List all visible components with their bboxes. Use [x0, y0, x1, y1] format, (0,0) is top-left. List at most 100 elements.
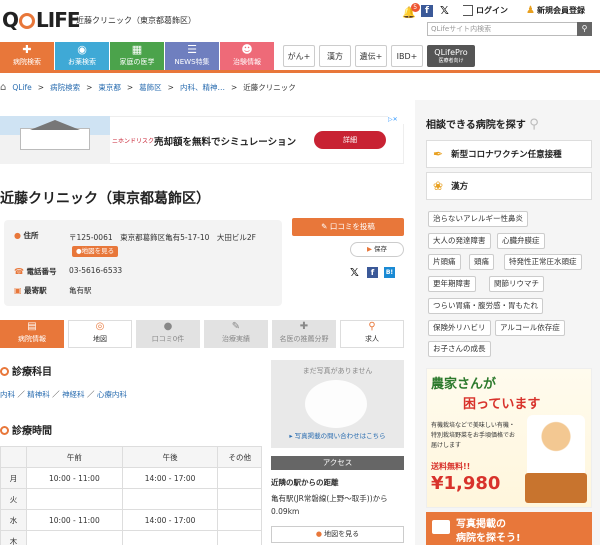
sidebar-ad-vegetables[interactable]: 農家さんが 困っています 有機栽培などで美味しい有機・特別栽培野菜をお手頃価格で… — [426, 368, 592, 508]
hours-cell — [217, 488, 262, 510]
department-separator: ／ — [49, 390, 63, 399]
tab-5[interactable]: ⚲ 求人 — [340, 320, 404, 348]
condition-tag[interactable]: 心臓弁膜症 — [497, 232, 545, 249]
home-icon[interactable]: ⌂ — [0, 82, 6, 93]
pin-icon: ● — [14, 231, 21, 240]
address-row: ● 住所 — [14, 231, 39, 240]
syringe-icon: ✒ — [433, 147, 444, 161]
camera-placeholder-icon — [305, 380, 367, 428]
ad-detail-button[interactable]: 詳細 — [314, 131, 386, 149]
condition-tag[interactable]: 更年期障害 — [428, 276, 476, 293]
nav-medkit[interactable]: ▦ 家庭の医学 — [110, 42, 164, 70]
hours-cell — [121, 530, 219, 545]
condition-tag[interactable]: つらい胃痛・腹労感・胃もたれ — [428, 297, 543, 314]
access-heading: アクセス — [271, 456, 404, 470]
register-link[interactable]: ♟ 新規会員登録 — [526, 5, 585, 16]
hours-col-header — [0, 446, 27, 468]
breadcrumb-separator: > — [230, 83, 238, 92]
hours-cell: 14:00 - 17:00 — [121, 509, 219, 531]
nav-secondary-3[interactable]: IBD+ — [391, 45, 423, 67]
department-separator: ／ — [84, 390, 97, 399]
share-facebook-icon[interactable]: f — [367, 267, 378, 278]
login-icon — [463, 5, 473, 16]
condition-tag[interactable]: 大人の発達障害 — [428, 232, 491, 249]
access-map-button[interactable]: ● 地図を見る — [271, 526, 404, 543]
search-button[interactable]: ⚲ — [577, 22, 592, 36]
share-hatena-icon[interactable]: B! — [384, 267, 395, 278]
department-link[interactable]: 内科 — [0, 390, 15, 399]
nav-secondary-2[interactable]: 遺伝+ — [355, 45, 387, 67]
department-link[interactable]: 神経科 — [62, 390, 85, 399]
nav-hospital[interactable]: ✚ 病院検索 — [0, 42, 54, 70]
sidebar-card-kampo[interactable]: ❀ 漢方 — [426, 172, 592, 200]
login-link[interactable]: ログイン — [463, 5, 508, 16]
clinic-tabs: ▤ 病院情報 ◎ 地図 ● 口コミ0件 ✎ 治療実績 ✚ 名医の推薦分野 ⚲ 求人 — [0, 320, 408, 348]
department-link[interactable]: 精神科 — [27, 390, 50, 399]
breadcrumb-item[interactable]: 葛飾区 — [139, 82, 162, 93]
breadcrumb-item[interactable]: 内科、精神… — [180, 82, 225, 93]
herb-icon: ❀ — [433, 179, 444, 193]
nav-pill[interactable]: ◉ お薬検索 — [55, 42, 109, 70]
station-link[interactable]: 亀有駅 — [69, 285, 92, 296]
main-nav: ✚ 病院検索 ◉ お薬検索 ▦ 家庭の医学 ☰ NEWS特集 ☻ 治験情報 がん+ 漢方 遺伝+ IBD+… — [0, 42, 479, 70]
tab-2: ● 口コミ0件 — [136, 320, 200, 348]
document-icon: ▤ — [27, 321, 37, 332]
station-row: ▣ 最寄駅 — [14, 286, 47, 295]
phone-value[interactable]: 03-5616-6533 — [69, 266, 122, 275]
map-view-button[interactable]: ●地図を見る — [72, 246, 119, 257]
x-twitter-icon[interactable]: 𝕏 — [440, 4, 449, 17]
train-icon: ▣ — [14, 286, 22, 295]
qlife-logo[interactable]: Q LIFE — [2, 8, 81, 32]
nav-people[interactable]: ☻ 治験情報 — [220, 42, 274, 70]
news-icon: ☰ — [187, 43, 197, 56]
pen-icon: ✎ — [231, 321, 241, 332]
nav-news[interactable]: ☰ NEWS特集 — [165, 42, 219, 70]
condition-tag[interactable]: 保険外リハビリ — [428, 319, 491, 336]
ad-brand: ニホンドリスク — [112, 138, 155, 145]
chat-icon: ● — [163, 321, 173, 332]
breadcrumb-separator: > — [37, 83, 45, 92]
tab-1[interactable]: ◎ 地図 — [68, 320, 132, 348]
hours-cell: 月 — [0, 467, 27, 489]
table-row: 月 10:00 - 11:00 14:00 - 17:00 — [0, 467, 262, 489]
department-link[interactable]: 心療内科 — [97, 390, 127, 399]
share-x-icon[interactable]: 𝕏 — [350, 266, 359, 279]
nav-secondary-4[interactable]: QLifePro 医療者向け — [427, 45, 475, 67]
nav-secondary-1[interactable]: 漢方 — [319, 45, 351, 67]
tab-0[interactable]: ▤ 病院情報 — [0, 320, 64, 348]
ad-choices-icon[interactable]: ▷✕ — [388, 116, 404, 124]
page-title: 近藤クリニック（東京都葛飾区） — [0, 191, 210, 207]
condition-tag[interactable]: 治らないアレルギー性鼻炎 — [428, 211, 528, 227]
sidebar-title: 相談できる病院を探す ⚲ — [426, 117, 539, 132]
condition-tag[interactable]: 関節リウマチ — [489, 276, 544, 293]
table-row: 水 10:00 - 11:00 14:00 - 17:00 — [0, 509, 262, 531]
condition-tag[interactable]: 特発性正常圧水頭症 — [504, 254, 582, 271]
user-icon: ♟ — [526, 5, 535, 16]
search-icon: ⚲ — [581, 24, 588, 33]
notification-button[interactable]: 🔔 5 — [402, 2, 420, 20]
hours-cell — [26, 530, 123, 545]
save-button[interactable]: ▶ 保存 — [350, 242, 404, 257]
hours-cell: 14:00 - 17:00 — [121, 467, 219, 489]
nav-secondary-0[interactable]: がん+ — [283, 45, 315, 67]
sidebar-card-covid[interactable]: ✒ 新型コロナワクチン任意接種 — [426, 140, 592, 168]
hours-col-header: 午前 — [26, 446, 123, 468]
photo-inquiry-link[interactable]: ▸ 写真掲載の問い合わせはこちら — [271, 430, 404, 440]
condition-tag[interactable]: 頭痛 — [469, 254, 494, 271]
table-row: 火 — [0, 488, 262, 510]
facebook-icon[interactable]: f — [421, 5, 433, 17]
sidebar-ad-photo-hospitals[interactable]: 写真掲載の 病院を探そう! — [426, 512, 592, 545]
hours-cell: 火 — [0, 488, 27, 510]
review-post-button[interactable]: ✎ 口コミを投稿 — [292, 218, 404, 236]
breadcrumb-item[interactable]: 病院検索 — [50, 82, 80, 93]
hours-cell — [26, 488, 123, 510]
breadcrumb-item[interactable]: 東京都 — [98, 82, 121, 93]
hours-heading: 診療時間 — [0, 422, 52, 437]
hours-cell — [121, 488, 219, 510]
phone-row: ☎ 電話番号 — [14, 267, 57, 276]
condition-tag[interactable]: 片頭痛 — [428, 254, 461, 271]
condition-tag[interactable]: お子さんの成長 — [428, 341, 491, 358]
breadcrumb-item[interactable]: QLife — [12, 83, 31, 92]
search-input[interactable]: QLifeサイト内検索 — [427, 22, 592, 36]
condition-tag[interactable]: アルコール依存症 — [495, 319, 565, 336]
